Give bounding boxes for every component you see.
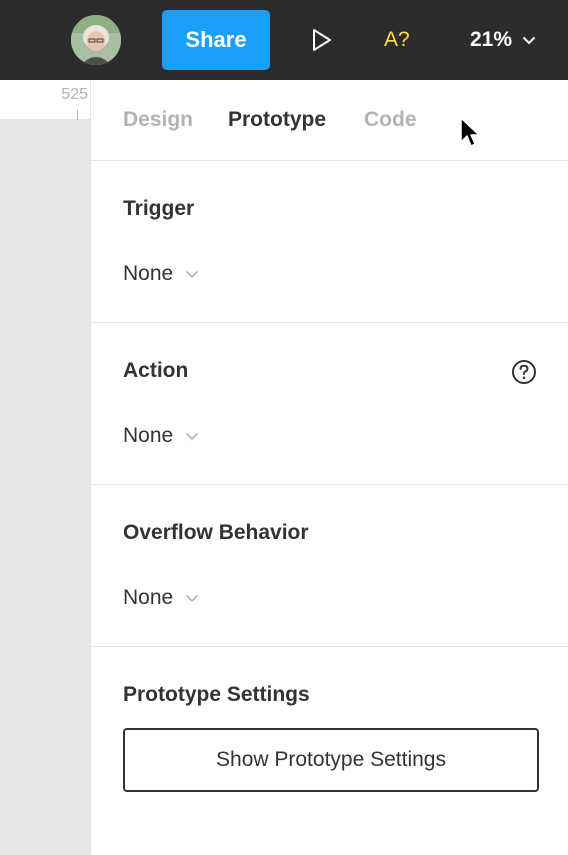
canvas-area[interactable]: 525	[0, 80, 90, 855]
overflow-dropdown[interactable]: None	[123, 583, 199, 613]
trigger-title: Trigger	[123, 197, 195, 220]
top-toolbar: Share A? 21%	[0, 0, 568, 80]
overflow-value: None	[123, 586, 174, 609]
trigger-section: Trigger None	[91, 161, 568, 323]
panel-tabs: Design Prototype Code	[91, 80, 568, 161]
properties-panel: Design Prototype Code Trigger None Actio…	[90, 80, 568, 855]
chevron-down-icon	[186, 270, 199, 278]
tab-prototype[interactable]: Prototype	[228, 108, 326, 132]
share-button[interactable]: Share	[162, 10, 270, 70]
overflow-section: Overflow Behavior None	[91, 485, 568, 647]
ruler-tick	[77, 110, 78, 120]
chevron-down-icon	[522, 36, 536, 44]
accessibility-check-button[interactable]: A?	[384, 22, 410, 58]
action-dropdown[interactable]: None	[123, 421, 199, 451]
present-button[interactable]	[308, 24, 336, 56]
overflow-title: Overflow Behavior	[123, 521, 309, 544]
tab-design[interactable]: Design	[123, 108, 193, 132]
tab-code[interactable]: Code	[364, 108, 417, 132]
chevron-down-icon	[186, 432, 199, 440]
user-avatar[interactable]	[71, 15, 121, 65]
show-prototype-settings-button[interactable]: Show Prototype Settings	[123, 728, 539, 792]
mouse-pointer-icon	[460, 117, 480, 147]
action-section: Action None	[91, 323, 568, 485]
zoom-value: 21%	[470, 28, 513, 51]
play-icon	[313, 29, 331, 51]
prototype-settings-title: Prototype Settings	[123, 683, 310, 706]
trigger-value: None	[123, 262, 174, 285]
zoom-dropdown[interactable]: 21%	[470, 22, 536, 58]
ruler-label: 525	[61, 86, 88, 103]
chevron-down-icon	[186, 594, 199, 602]
trigger-dropdown[interactable]: None	[123, 259, 199, 289]
action-value: None	[123, 424, 174, 447]
action-title: Action	[123, 359, 189, 382]
help-circle-icon[interactable]	[511, 359, 537, 385]
ruler: 525	[0, 80, 90, 120]
